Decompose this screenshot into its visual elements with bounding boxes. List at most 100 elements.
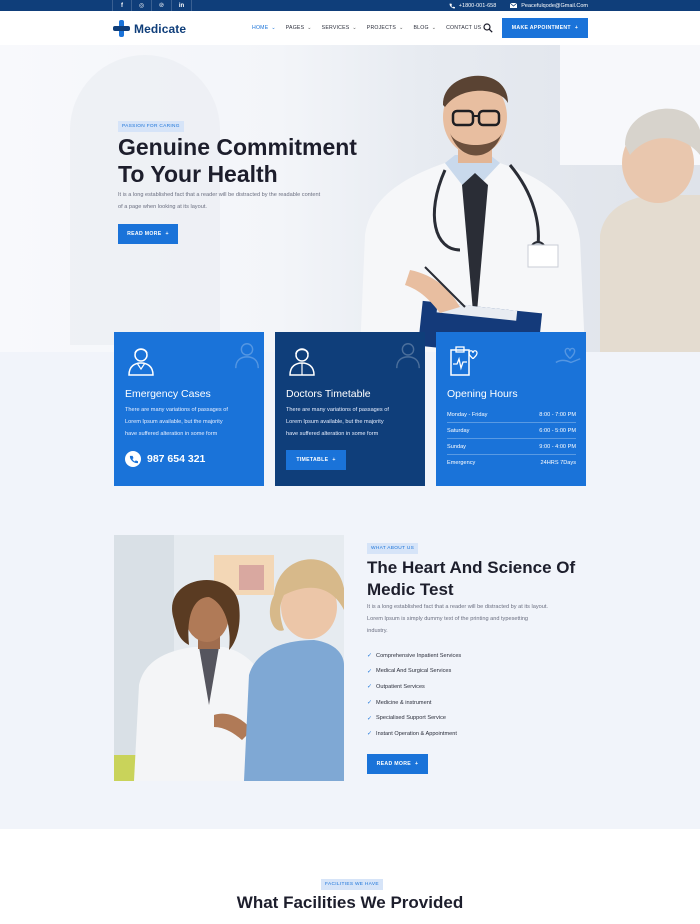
doctor-patient-photo: [360, 75, 700, 352]
check-icon: ✓: [367, 731, 373, 738]
logo[interactable]: Medicate: [113, 20, 186, 37]
chevron-down-icon: ⌄: [352, 25, 357, 31]
emergency-phone-number: 987 654 321: [147, 453, 206, 465]
hero-description: It is a long established fact that a rea…: [118, 189, 378, 213]
plus-icon: +: [574, 25, 579, 31]
check-icon: ✓: [367, 653, 373, 660]
card-text: There are many variations of passages of…: [286, 404, 416, 440]
check-icon: ✓: [367, 715, 373, 722]
card-text-line: Lorem Ipsum available, but the majority: [125, 419, 223, 425]
nav-item-services[interactable]: SERVICES ⌄: [322, 25, 357, 31]
hero-tag: PASSION FOR CARING: [118, 121, 184, 132]
hours-day: Monday - Friday: [447, 411, 488, 418]
main-nav: HOME ⌄ PAGES ⌄ SERVICES ⌄ PROJECTS ⌄ BLOG ⌄ C…: [252, 11, 481, 45]
top-bar: f ◎ ℗ in +1800-001-658 Peacefulqode@Gmai…: [0, 0, 700, 11]
doctor-watermark-icon: [235, 343, 259, 369]
hero-section: PASSION FOR CARING Genuine Commitment To…: [0, 45, 700, 352]
top-email-text: Peacefulqode@Gmail.Com: [521, 2, 588, 9]
hero-title: Genuine Commitment To Your Health: [118, 134, 388, 188]
facilities-tag: FACILITIES WE HAVE: [321, 879, 383, 890]
hours-day: Emergency: [447, 460, 476, 466]
emergency-card: Emergency Cases There are many variation…: [114, 332, 264, 486]
hours-time: 9:00 - 4:00 PM: [539, 443, 576, 450]
hours-day: Sunday: [447, 443, 466, 450]
checklist-text: Outpatient Services: [376, 683, 425, 690]
card-text-line: Lorem Ipsum available, but the majority: [286, 419, 384, 425]
facebook-icon[interactable]: f: [112, 0, 132, 11]
header: Medicate HOME ⌄ PAGES ⌄ SERVICES ⌄ PROJECTS…: [0, 11, 700, 45]
button-label: READ MORE: [127, 231, 162, 237]
top-phone-text: +1800-001-658: [458, 2, 497, 9]
pinterest-icon[interactable]: ℗: [152, 0, 172, 11]
nav-label: SERVICES: [321, 25, 350, 31]
chevron-down-icon: ⌄: [431, 25, 437, 31]
hours-row: Saturday 6:00 - 5:00 PM: [447, 423, 576, 439]
hours-row: Monday - Friday 8:00 - 7:00 PM: [447, 407, 576, 423]
card-text-line: have suffered alteration in some form: [125, 431, 218, 437]
facilities-title: What Facilities We Provided: [236, 893, 464, 912]
check-icon: ✓: [367, 684, 373, 691]
about-desc-line2: Lorem Ipsum is simply dummy text of the …: [367, 616, 529, 622]
medical-report-icon: [450, 346, 478, 376]
chevron-down-icon: ⌄: [307, 25, 312, 31]
phone-icon: [449, 3, 455, 8]
hours-time: 24HRS 7Days: [540, 460, 576, 466]
emergency-phone[interactable]: 987 654 321: [125, 451, 205, 467]
instagram-icon[interactable]: ◎: [132, 0, 152, 11]
hero-desc-line2: of a page when looking at its layout.: [118, 204, 207, 210]
logo-text: Medicate: [134, 21, 187, 36]
doctor-avatar-icon: [128, 348, 154, 376]
checklist-item: ✓ Outpatient Services: [367, 679, 461, 695]
card-text: There are many variations of passages of…: [125, 404, 255, 440]
button-label: TIMETABLE: [296, 457, 329, 463]
nav-label: HOME: [252, 25, 269, 31]
timetable-button[interactable]: TIMETABLE +: [286, 450, 346, 470]
nav-item-contact[interactable]: CONTACT US: [446, 25, 481, 31]
linkedin-icon[interactable]: in: [172, 0, 192, 11]
checklist-text: Instant Operation & Appointment: [376, 730, 457, 737]
card-text-line: There are many variations of passages of: [286, 407, 389, 413]
search-icon[interactable]: [483, 23, 493, 33]
nav-item-projects[interactable]: PROJECTS ⌄: [367, 25, 404, 31]
nav-item-home[interactable]: HOME ⌄: [252, 25, 276, 31]
hero-tag-text: PASSION FOR CARING: [122, 124, 180, 129]
about-read-more-button[interactable]: READ MORE +: [367, 754, 428, 774]
hero-title-line2: To Your Health: [118, 161, 278, 187]
checklist-text: Specialised Support Service: [376, 715, 446, 722]
checklist-text: Comprehensive Inpatient Services: [376, 652, 462, 659]
doctor-icon: [289, 348, 315, 376]
appointment-label: MAKE APPOINTMENT: [511, 25, 571, 31]
chevron-down-icon: ⌄: [271, 25, 276, 31]
top-phone[interactable]: +1800-001-658: [449, 3, 496, 9]
checklist-item: ✓ Medical And Surgical Services: [367, 664, 461, 680]
checklist-item: ✓ Instant Operation & Appointment: [367, 726, 461, 742]
social-links: f ◎ ℗ in: [112, 0, 192, 11]
plus-icon: +: [165, 231, 169, 237]
hero-read-more-button[interactable]: READ MORE +: [118, 224, 178, 244]
opening-hours-card: Opening Hours Monday - Friday 8:00 - 7:00…: [436, 332, 586, 486]
hours-day: Saturday: [447, 427, 470, 434]
checklist-item: ✓ Comprehensive Inpatient Services: [367, 648, 461, 664]
about-desc-line3: industry.: [367, 628, 388, 634]
button-label: READ MORE: [376, 761, 412, 767]
about-tag-text: WHAT ABOUT US: [371, 546, 415, 551]
facilities-tag-text: FACILITIES WE HAVE: [325, 882, 379, 887]
logo-cross-icon: [113, 20, 130, 37]
chevron-down-icon: ⌄: [399, 25, 404, 31]
nav-item-blog[interactable]: BLOG ⌄: [413, 25, 436, 31]
card-text-line: There are many variations of passages of: [125, 407, 228, 413]
about-title: The Heart And Science Of Medic Test: [367, 557, 607, 601]
about-title-line1: The Heart And Science Of: [367, 558, 576, 577]
nav-label: PAGES: [285, 25, 305, 31]
make-appointment-button[interactable]: MAKE APPOINTMENT +: [502, 18, 588, 38]
nav-item-pages[interactable]: PAGES ⌄: [286, 25, 312, 31]
check-icon: ✓: [367, 668, 373, 675]
about-photo: [114, 535, 344, 781]
mail-icon: [510, 3, 518, 8]
checklist-text: Medicine & instrument: [376, 699, 432, 706]
top-email[interactable]: Peacefulqode@Gmail.Com: [510, 3, 588, 9]
top-contact: +1800-001-658 Peacefulqode@Gmail.Com: [449, 0, 588, 11]
facilities-section: FACILITIES WE HAVE What Facilities We Pr…: [0, 829, 700, 924]
nav-label: BLOG: [413, 25, 429, 31]
service-checklist: ✓ Comprehensive Inpatient Services ✓ Medic…: [367, 648, 461, 742]
